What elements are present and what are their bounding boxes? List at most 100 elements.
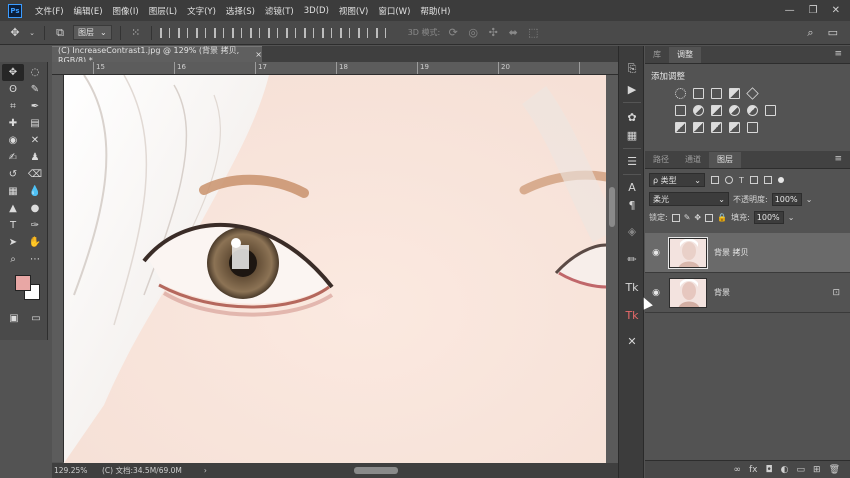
new-layer-icon[interactable]: ⊞ [813, 465, 821, 475]
workspace-icon[interactable]: ▭ [828, 26, 838, 40]
tab-adjustments[interactable]: 调整 [669, 47, 701, 63]
auto-select-icon[interactable]: ⧉ [53, 26, 67, 40]
zoom-level[interactable]: 129.25% [52, 466, 96, 475]
fx-icon[interactable]: fx [749, 465, 758, 475]
ruler-horizontal[interactable]: 15 16 17 18 19 20 [52, 62, 618, 75]
menu-filter[interactable]: 滤镜(T) [260, 5, 299, 17]
screen-mode-icon[interactable]: ▭ [26, 310, 46, 327]
foreground-color-swatch[interactable] [15, 275, 31, 291]
selective-color-icon[interactable] [747, 122, 758, 133]
filter-shape-icon[interactable] [749, 176, 758, 184]
clone-stamp-tool-icon[interactable]: ♟ [24, 149, 46, 166]
tab-layers[interactable]: 图层 [709, 152, 741, 168]
posterize-icon[interactable] [693, 122, 704, 133]
quick-mask-icon[interactable]: ▣ [4, 310, 24, 327]
history-brush-tool-icon[interactable]: ↺ [2, 166, 24, 183]
horizontal-scrollbar-thumb[interactable] [354, 467, 398, 474]
transform-controls-icon[interactable]: ⁙ [129, 26, 143, 39]
document-canvas[interactable] [64, 75, 606, 463]
hue-saturation-icon[interactable] [675, 105, 686, 116]
hand-tool-icon[interactable]: ✋ [24, 234, 46, 251]
layer-row[interactable]: ◉ 背景 拷贝 [645, 233, 850, 273]
marquee-tool-icon[interactable]: ◌ [24, 64, 46, 81]
paragraph-panel-icon[interactable]: ¶ [619, 196, 645, 214]
lock-all-icon[interactable]: 🔒 [717, 213, 727, 222]
type-tool-icon[interactable]: T [2, 217, 24, 234]
move-tool-icon[interactable]: ✥ [2, 64, 24, 81]
swatches-panel-icon[interactable]: ▦ [619, 126, 645, 144]
character-panel-icon[interactable]: A [619, 178, 645, 196]
align-middle-icon[interactable] [177, 27, 188, 38]
invert-icon[interactable] [675, 122, 686, 133]
status-menu-arrow[interactable]: › [204, 466, 207, 475]
lock-transparent-icon[interactable] [671, 213, 680, 222]
channel-mixer-icon[interactable] [747, 105, 758, 116]
tab-channels[interactable]: 通道 [677, 152, 709, 168]
crop-tool-icon[interactable]: ⌗ [2, 98, 24, 115]
menu-select[interactable]: 选择(S) [221, 5, 260, 17]
menu-type[interactable]: 文字(Y) [182, 5, 221, 17]
auto-select-target-dropdown[interactable]: 图层 ⌄ [73, 25, 112, 40]
tab-paths[interactable]: 路径 [645, 152, 677, 168]
color-lookup-icon[interactable] [765, 105, 776, 116]
align-bottom-icon[interactable] [195, 27, 206, 38]
black-white-icon[interactable] [711, 105, 722, 116]
chevron-down-icon[interactable]: ⌄ [788, 213, 795, 222]
color-panel-icon[interactable]: ✿ [619, 108, 645, 126]
link-layers-icon[interactable]: ∞ [734, 465, 742, 475]
lasso-tool-icon[interactable]: ʘ [2, 81, 24, 98]
lock-position-icon[interactable]: ✥ [694, 213, 701, 222]
ruler-vertical[interactable] [52, 75, 64, 462]
levels-icon[interactable] [693, 88, 704, 99]
align-right-icon[interactable] [249, 27, 260, 38]
add-mask-icon[interactable]: ◘ [766, 465, 773, 475]
minimize-icon[interactable]: — [785, 5, 795, 16]
layer-kind-filter[interactable]: ρ 类型 ⌄ [649, 173, 705, 187]
menu-window[interactable]: 窗口(W) [373, 5, 415, 17]
align-center-icon[interactable] [231, 27, 242, 38]
align-left-icon[interactable] [213, 27, 224, 38]
red-eye-tool-icon[interactable]: ◉ [2, 132, 24, 149]
opacity-input[interactable]: 100% [771, 192, 802, 206]
3d-rotate-icon[interactable]: ⟳ [446, 26, 460, 39]
brightness-contrast-icon[interactable] [675, 88, 686, 99]
document-tab[interactable]: (C) IncreaseContrast1.jpg @ 129% (背景 拷贝,… [52, 46, 262, 65]
distribute-center-icon[interactable] [339, 27, 350, 38]
exposure-icon[interactable] [729, 88, 740, 99]
gradient-map-icon[interactable] [729, 122, 740, 133]
layer-thumbnail[interactable] [668, 236, 708, 269]
menu-view[interactable]: 视图(V) [334, 5, 373, 17]
eraser-tool-icon[interactable]: ⌫ [24, 166, 46, 183]
vibrance-icon[interactable] [746, 87, 759, 100]
menu-layer[interactable]: 图层(L) [144, 5, 182, 17]
restore-icon[interactable]: ❐ [809, 5, 818, 16]
curves-icon[interactable] [711, 88, 722, 99]
distribute-middle-icon[interactable] [285, 27, 296, 38]
burn-tool-icon[interactable]: ● [24, 200, 46, 217]
menu-edit[interactable]: 编辑(E) [69, 5, 108, 17]
healing-brush-tool-icon[interactable]: ✚ [2, 115, 24, 132]
tools-x-icon[interactable]: ✕ [619, 332, 645, 350]
fill-input[interactable]: 100% [753, 211, 784, 224]
panel-menu-icon[interactable]: ≡ [834, 49, 842, 59]
blur-tool-icon[interactable]: 💧 [24, 183, 46, 200]
properties-panel-icon[interactable]: ☰ [619, 152, 645, 170]
lock-pixels-icon[interactable]: ✎ [684, 213, 691, 222]
layer-row[interactable]: ◉ 背景 ⊡ [645, 273, 850, 313]
filter-adjustment-icon[interactable] [725, 176, 733, 184]
menu-image[interactable]: 图像(I) [108, 5, 144, 17]
path-selection-tool-icon[interactable]: ➤ [2, 234, 24, 251]
3d-slide-icon[interactable]: ⬌ [506, 26, 520, 39]
eyedropper-tool-icon[interactable]: ✒ [24, 98, 46, 115]
new-group-icon[interactable]: ▭ [797, 465, 806, 475]
distribute-top-icon[interactable] [267, 27, 278, 38]
more-tools-icon[interactable]: ⋯ [24, 251, 46, 268]
plugin-brush-icon[interactable]: ✏ [619, 250, 645, 268]
close-icon[interactable]: ✕ [832, 5, 840, 16]
quick-select-tool-icon[interactable]: ✎ [24, 81, 46, 98]
lock-artboard-icon[interactable] [705, 213, 714, 222]
filter-toggle-icon[interactable] [777, 177, 784, 183]
3d-scale-icon[interactable]: ⬚ [526, 26, 540, 39]
new-adjustment-icon[interactable]: ◐ [781, 465, 789, 475]
brush-tool-icon[interactable]: ✍ [2, 149, 24, 166]
